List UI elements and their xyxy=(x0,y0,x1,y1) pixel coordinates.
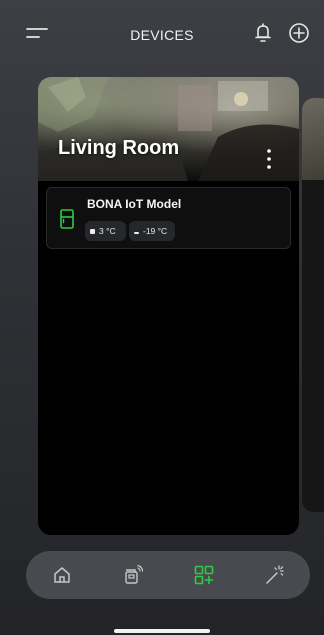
vertical-dots-icon[interactable] xyxy=(264,147,274,171)
home-icon[interactable] xyxy=(50,563,74,587)
page-title: DEVICES xyxy=(130,27,194,43)
room-card[interactable]: Living Room xyxy=(38,77,299,535)
room-image xyxy=(38,77,299,181)
fridge-icon xyxy=(60,209,74,229)
next-room-card[interactable] xyxy=(302,98,324,512)
grid-add-icon[interactable] xyxy=(192,563,216,587)
square-dot-icon xyxy=(90,228,95,234)
freezer-temperature-chip: -19 °C xyxy=(129,221,175,241)
device-name: BONA IoT Model xyxy=(87,197,182,211)
next-room-image xyxy=(302,98,324,180)
remote-device-icon[interactable] xyxy=(121,563,145,587)
room-title: Living Room xyxy=(58,137,180,159)
room-photo-decoration xyxy=(38,77,299,181)
fridge-temperature-chip: 3 °C xyxy=(85,221,126,241)
dash-icon xyxy=(134,231,139,234)
fridge-temperature-value: 3 °C xyxy=(99,226,116,236)
freezer-temperature-value: -19 °C xyxy=(143,226,168,236)
bottom-nav xyxy=(26,551,310,599)
device-tile[interactable]: BONA IoT Model 3 °C -19 °C xyxy=(46,187,291,249)
magic-wand-icon[interactable] xyxy=(263,563,287,587)
app-header: DEVICES xyxy=(0,0,324,70)
plus-circle-icon[interactable] xyxy=(288,22,310,44)
bell-icon[interactable] xyxy=(252,22,274,44)
home-indicator xyxy=(114,629,210,633)
